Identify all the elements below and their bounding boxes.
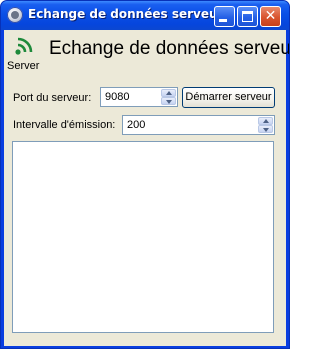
interval-increment-button[interactable] bbox=[258, 117, 273, 125]
port-label: Port du serveur: bbox=[13, 92, 92, 104]
maximize-icon bbox=[242, 11, 253, 22]
close-button[interactable]: ✕ bbox=[260, 6, 281, 27]
interval-decrement-button[interactable] bbox=[258, 125, 273, 133]
title-bar[interactable]: Echange de données serveur ✕ bbox=[1, 1, 289, 30]
app-window: Echange de données serveur ✕ Server Echa… bbox=[0, 0, 290, 349]
close-icon: ✕ bbox=[264, 8, 277, 24]
client-area: Server Echange de données serveur Port d… bbox=[4, 30, 289, 346]
interval-label: Intervalle d'émission: bbox=[13, 119, 116, 131]
port-value[interactable]: 9080 bbox=[105, 91, 129, 103]
minimize-icon bbox=[219, 19, 227, 22]
port-decrement-button[interactable] bbox=[161, 97, 176, 105]
window-title: Echange de données serveur bbox=[28, 7, 224, 21]
wifi-signal-icon bbox=[15, 37, 33, 55]
minimize-button[interactable] bbox=[214, 6, 235, 27]
interval-spin-buttons bbox=[258, 117, 273, 133]
interval-spinner[interactable]: 200 bbox=[122, 115, 275, 135]
maximize-button[interactable] bbox=[237, 6, 258, 27]
port-spinner[interactable]: 9080 bbox=[100, 87, 178, 107]
interval-value[interactable]: 200 bbox=[127, 119, 145, 131]
port-increment-button[interactable] bbox=[161, 89, 176, 97]
page-title: Echange de données serveur bbox=[49, 38, 290, 59]
port-spin-buttons bbox=[161, 89, 176, 105]
server-icon-caption: Server bbox=[7, 60, 40, 72]
app-icon[interactable] bbox=[7, 7, 23, 23]
log-text-area[interactable] bbox=[12, 141, 274, 333]
start-server-button[interactable]: Démarrer serveur bbox=[182, 87, 275, 108]
